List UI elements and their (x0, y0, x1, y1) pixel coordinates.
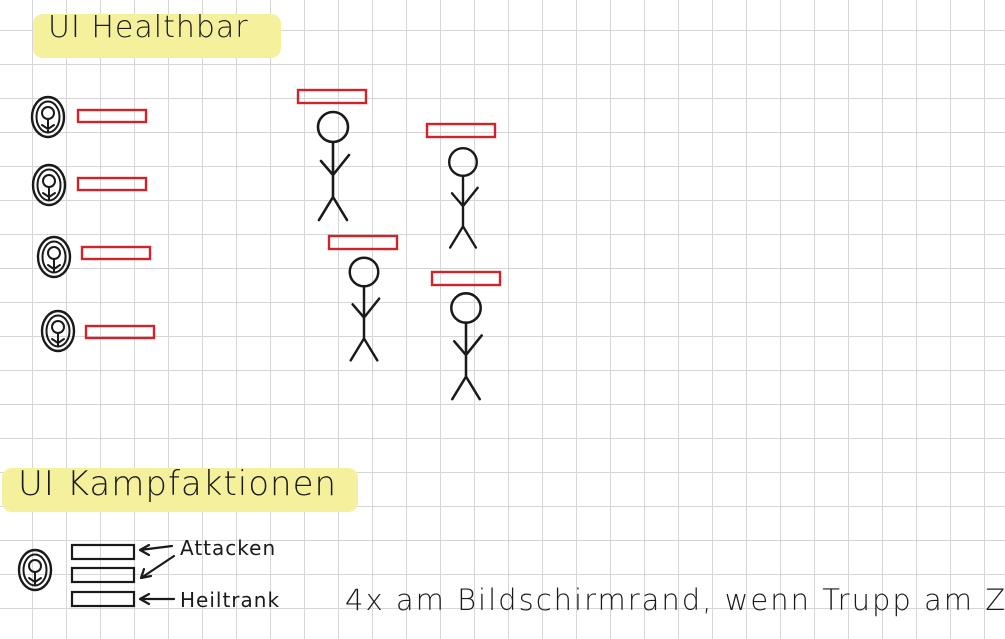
healthbar (76, 176, 148, 192)
sketch-canvas (17, 88, 502, 608)
enemy-3 (327, 234, 399, 362)
arrow-left-icon (139, 554, 176, 580)
arrow-left-icon (138, 543, 174, 557)
healthbar (327, 234, 399, 251)
healthbar (296, 88, 368, 105)
healthbar (84, 324, 156, 340)
stick-figure-icon (316, 110, 351, 222)
action-label-heiltrank: Heiltrank (180, 588, 281, 612)
stick-figure-icon (348, 256, 381, 362)
healthbar (425, 122, 497, 139)
annotation-note: 4x am Bildschirmrand, wenn Trupp am Zug (345, 583, 1005, 617)
arrow-left-icon (138, 592, 176, 606)
party-member-2 (31, 163, 148, 207)
enemy-1 (296, 88, 368, 222)
character-portrait-icon (40, 309, 76, 353)
healthbar (80, 245, 152, 261)
enemy-4 (430, 270, 502, 401)
enemy-2 (425, 122, 497, 249)
stick-figure-icon (448, 147, 479, 249)
character-portrait-icon (17, 548, 53, 592)
party-member-3 (36, 235, 152, 279)
character-portrait-icon (36, 235, 72, 279)
action-button-2[interactable] (70, 566, 136, 584)
party-member-1 (30, 95, 148, 139)
action-label-attacken: Attacken (180, 536, 277, 560)
action-button-attacken[interactable] (70, 543, 136, 561)
character-portrait-icon (30, 95, 66, 139)
healthbar (76, 108, 148, 124)
party-member-4 (40, 309, 156, 353)
healthbar (430, 270, 502, 287)
stick-figure-icon (450, 292, 483, 401)
action-button-heiltrank[interactable] (70, 590, 136, 608)
character-portrait-icon (31, 163, 67, 207)
